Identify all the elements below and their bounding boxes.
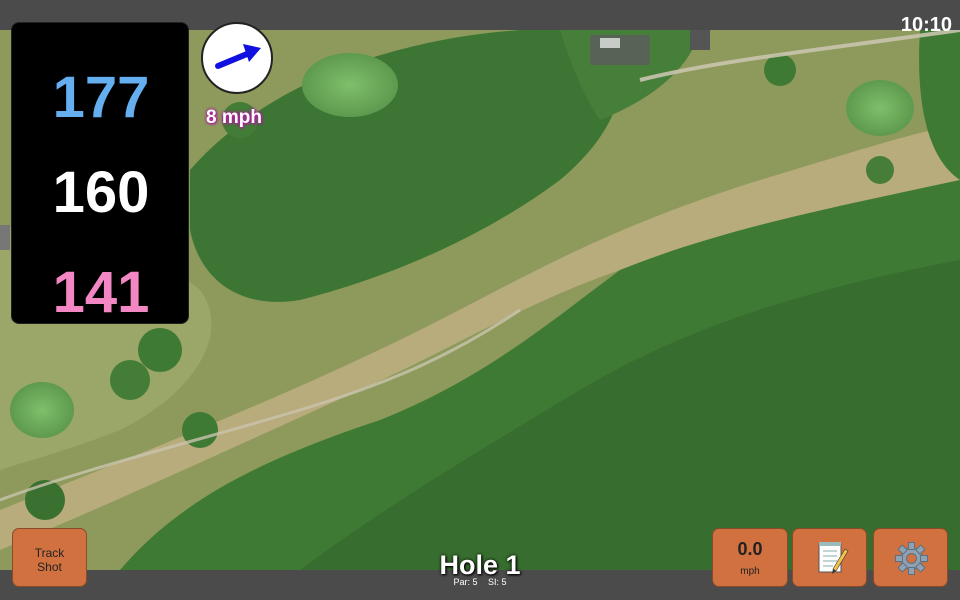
hole-info: Par: 5 SI: 5 bbox=[400, 577, 560, 587]
settings-button[interactable] bbox=[873, 528, 948, 587]
speed-button[interactable]: 0.0 mph bbox=[712, 528, 788, 587]
wind-speed-label: 8 mph bbox=[206, 107, 262, 128]
speed-unit: mph bbox=[740, 566, 760, 577]
distance-middle: 160 bbox=[52, 160, 150, 225]
hole-par: Par: 5 bbox=[453, 577, 478, 587]
clock: 10:10 bbox=[900, 14, 952, 36]
gear-icon bbox=[895, 542, 928, 575]
track-shot-label-line2: Shot bbox=[37, 560, 62, 574]
distance-front: 141 bbox=[52, 260, 150, 325]
wind-indicator[interactable] bbox=[201, 22, 273, 94]
track-shot-button[interactable]: Track Shot bbox=[12, 528, 87, 587]
track-shot-label-line1: Track bbox=[34, 546, 65, 560]
distance-panel: 177 160 141 bbox=[11, 22, 189, 324]
notes-button[interactable] bbox=[792, 528, 867, 587]
speed-value: 0.0 bbox=[737, 539, 763, 559]
distance-back: 177 bbox=[52, 65, 150, 130]
notepad-icon bbox=[818, 542, 849, 574]
wind-direction-arrow-icon bbox=[215, 44, 261, 69]
hole-stroke-index: SI: 5 bbox=[488, 577, 507, 587]
